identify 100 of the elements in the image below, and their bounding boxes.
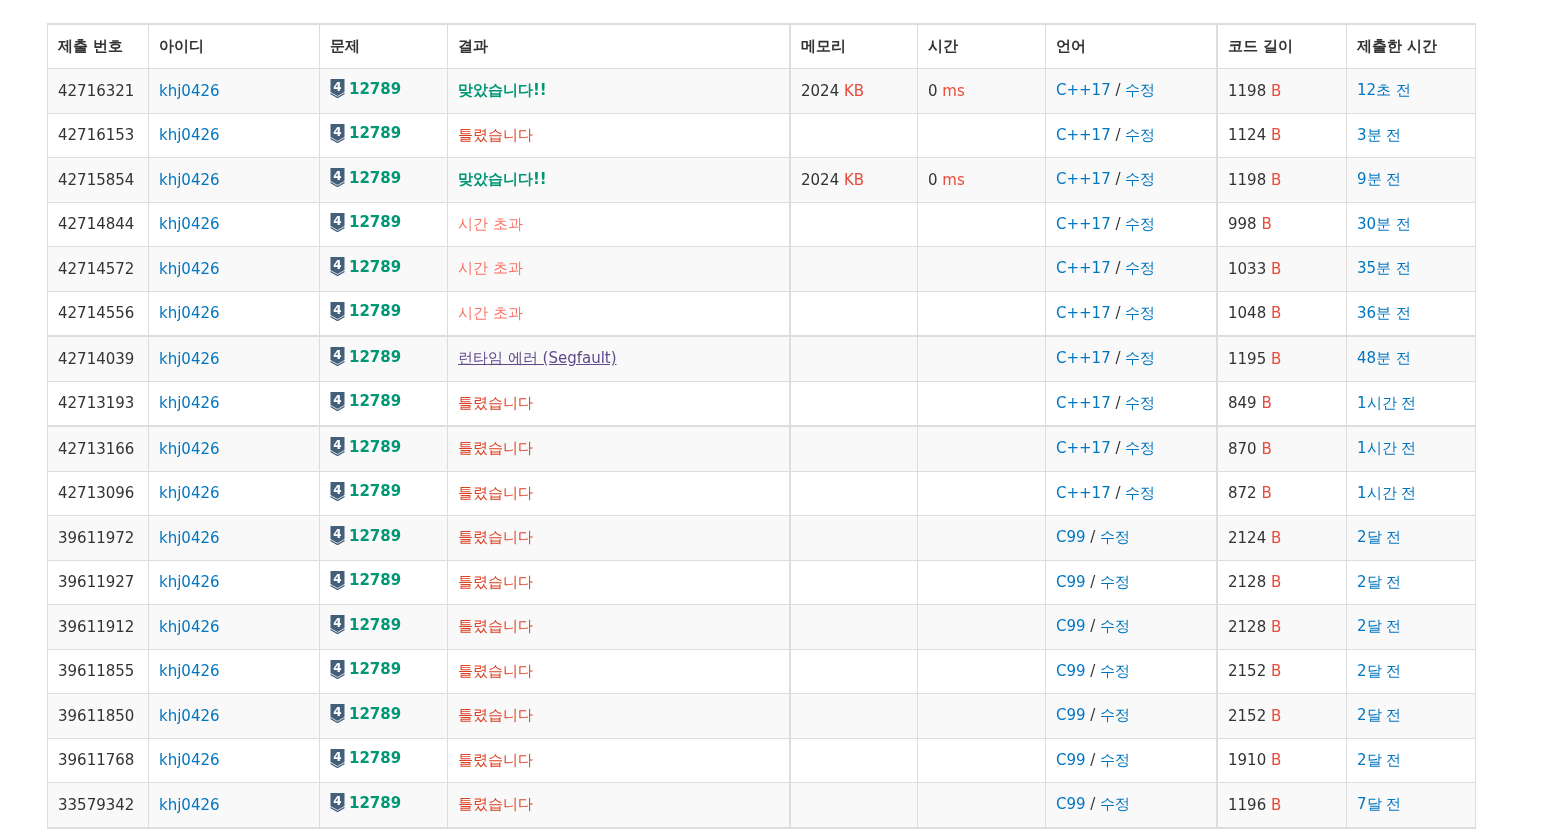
- code-length: 1195: [1228, 349, 1267, 368]
- submitted-time-link[interactable]: 2달 전: [1357, 528, 1402, 547]
- problem-link[interactable]: 12789: [349, 437, 402, 456]
- language-link[interactable]: C99: [1056, 617, 1086, 636]
- user-link[interactable]: khj0426: [159, 573, 220, 592]
- submitted-time-link[interactable]: 48분 전: [1357, 349, 1411, 368]
- user-link[interactable]: khj0426: [159, 81, 220, 100]
- language-link[interactable]: C99: [1056, 528, 1086, 547]
- user-link[interactable]: khj0426: [159, 706, 220, 725]
- language-link[interactable]: C99: [1056, 795, 1086, 814]
- problem-link[interactable]: 12789: [349, 571, 402, 590]
- submitted-time-link[interactable]: 1시간 전: [1357, 439, 1417, 458]
- submitted-time-link[interactable]: 30분 전: [1357, 214, 1411, 233]
- problem-link[interactable]: 12789: [349, 124, 402, 143]
- edit-link[interactable]: 수정: [1100, 572, 1131, 591]
- problem-link[interactable]: 12789: [349, 168, 402, 187]
- problem-link[interactable]: 12789: [349, 526, 402, 545]
- user-link[interactable]: khj0426: [159, 484, 220, 503]
- user-link[interactable]: khj0426: [159, 751, 220, 770]
- language-link[interactable]: C++17: [1056, 303, 1111, 322]
- problem-link[interactable]: 12789: [349, 347, 402, 366]
- user-link[interactable]: khj0426: [159, 126, 220, 145]
- submitted-time-link[interactable]: 1시간 전: [1357, 483, 1417, 502]
- edit-link[interactable]: 수정: [1100, 706, 1131, 725]
- edit-link[interactable]: 수정: [1125, 125, 1156, 144]
- problem-link[interactable]: 12789: [349, 793, 402, 812]
- language-link[interactable]: C++17: [1056, 439, 1111, 458]
- edit-link[interactable]: 수정: [1125, 81, 1156, 100]
- problem-link[interactable]: 12789: [349, 482, 402, 501]
- language-link[interactable]: C99: [1056, 572, 1086, 591]
- language-link[interactable]: C++17: [1056, 125, 1111, 144]
- submission-id: 42716153: [58, 126, 135, 145]
- separator-text: /: [1115, 125, 1121, 144]
- language-link[interactable]: C++17: [1056, 259, 1111, 278]
- separator-text: /: [1115, 303, 1121, 322]
- edit-link[interactable]: 수정: [1100, 617, 1131, 636]
- user-link[interactable]: khj0426: [159, 259, 220, 278]
- submitted-time-link[interactable]: 1시간 전: [1357, 393, 1417, 412]
- problem-link[interactable]: 12789: [349, 392, 402, 411]
- problem-link[interactable]: 12789: [349, 79, 402, 98]
- language-link[interactable]: C99: [1056, 750, 1086, 769]
- user-link[interactable]: khj0426: [159, 528, 220, 547]
- submitted-time-link[interactable]: 2달 전: [1357, 750, 1402, 769]
- problem-link[interactable]: 12789: [349, 615, 402, 634]
- problem-link[interactable]: 12789: [349, 660, 402, 679]
- user-link[interactable]: khj0426: [159, 795, 220, 814]
- length-unit: B: [1261, 394, 1272, 413]
- separator-text: /: [1090, 528, 1096, 547]
- edit-link[interactable]: 수정: [1125, 393, 1156, 412]
- edit-link[interactable]: 수정: [1125, 170, 1156, 189]
- language-link[interactable]: C++17: [1056, 393, 1111, 412]
- user-link[interactable]: khj0426: [159, 349, 220, 368]
- code-length: 870: [1228, 439, 1257, 458]
- user-link[interactable]: khj0426: [159, 617, 220, 636]
- problem-link[interactable]: 12789: [349, 302, 402, 321]
- language-link[interactable]: C++17: [1056, 483, 1111, 502]
- user-link[interactable]: khj0426: [159, 304, 220, 323]
- edit-link[interactable]: 수정: [1100, 795, 1131, 814]
- submitted-time-link[interactable]: 2달 전: [1357, 572, 1402, 591]
- submitted-time-link[interactable]: 7달 전: [1357, 795, 1402, 814]
- language-link[interactable]: C99: [1056, 706, 1086, 725]
- language-link[interactable]: C++17: [1056, 170, 1111, 189]
- edit-link[interactable]: 수정: [1125, 259, 1156, 278]
- submitted-time-link[interactable]: 12초 전: [1357, 81, 1411, 100]
- submitted-time-link[interactable]: 3분 전: [1357, 125, 1402, 144]
- edit-link[interactable]: 수정: [1100, 661, 1131, 680]
- submission-id: 39611850: [58, 706, 135, 725]
- user-link[interactable]: khj0426: [159, 662, 220, 681]
- language-link[interactable]: C++17: [1056, 349, 1111, 368]
- code-length: 2128: [1228, 617, 1267, 636]
- submitted-time-link[interactable]: 2달 전: [1357, 706, 1402, 725]
- edit-link[interactable]: 수정: [1100, 528, 1131, 547]
- language-link[interactable]: C++17: [1056, 214, 1111, 233]
- user-link[interactable]: khj0426: [159, 215, 220, 234]
- edit-link[interactable]: 수정: [1125, 439, 1156, 458]
- edit-link[interactable]: 수정: [1125, 349, 1156, 368]
- edit-link[interactable]: 수정: [1125, 303, 1156, 322]
- language-link[interactable]: C++17: [1056, 81, 1111, 100]
- tier-badge: 4: [330, 481, 345, 501]
- submitted-time-link[interactable]: 2달 전: [1357, 617, 1402, 636]
- tier-badge: 4: [330, 257, 345, 277]
- submitted-time-link[interactable]: 35분 전: [1357, 259, 1411, 278]
- submitted-time-link[interactable]: 2달 전: [1357, 661, 1402, 680]
- length-unit: B: [1261, 215, 1272, 234]
- user-link[interactable]: khj0426: [159, 170, 220, 189]
- length-unit: B: [1261, 484, 1272, 503]
- problem-link[interactable]: 12789: [349, 213, 402, 232]
- separator-text: /: [1090, 795, 1096, 814]
- problem-link[interactable]: 12789: [349, 749, 402, 768]
- submitted-time-link[interactable]: 36분 전: [1357, 303, 1411, 322]
- problem-link[interactable]: 12789: [349, 257, 402, 276]
- language-link[interactable]: C99: [1056, 661, 1086, 680]
- problem-link[interactable]: 12789: [349, 704, 402, 723]
- edit-link[interactable]: 수정: [1100, 750, 1131, 769]
- result-link[interactable]: 런타임 에러 (Segfault): [458, 349, 617, 368]
- user-link[interactable]: khj0426: [159, 439, 220, 458]
- edit-link[interactable]: 수정: [1125, 483, 1156, 502]
- submitted-time-link[interactable]: 9분 전: [1357, 170, 1402, 189]
- edit-link[interactable]: 수정: [1125, 214, 1156, 233]
- user-link[interactable]: khj0426: [159, 394, 220, 413]
